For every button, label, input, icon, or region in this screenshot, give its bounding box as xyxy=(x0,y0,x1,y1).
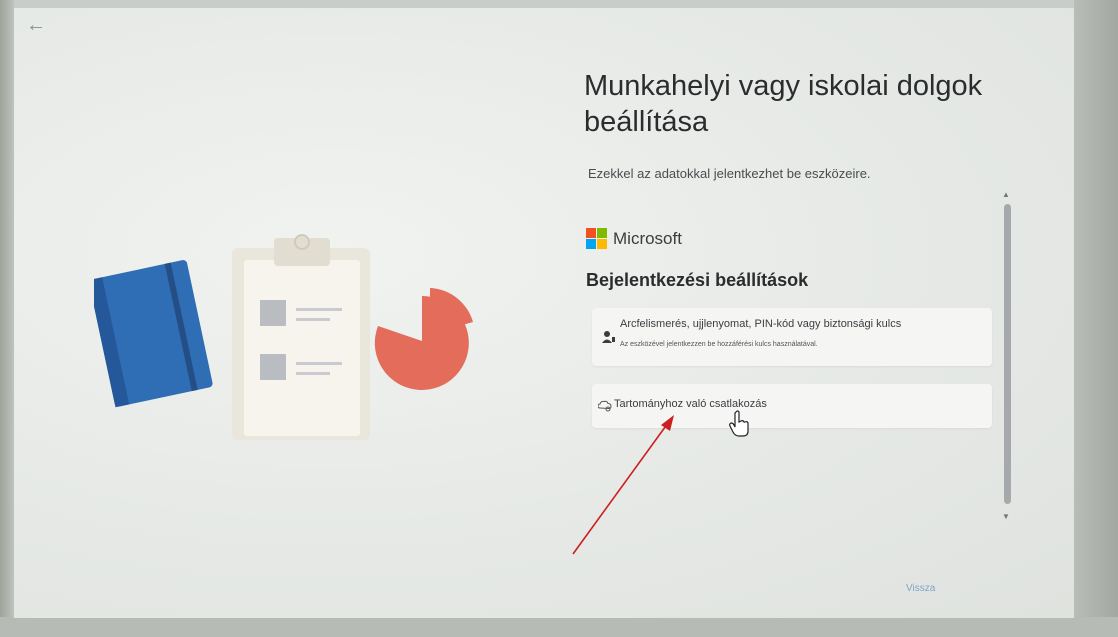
brand-name: Microsoft xyxy=(613,228,682,248)
back-arrow-icon[interactable]: ← xyxy=(26,14,46,37)
notebook-icon xyxy=(94,260,213,408)
sign-in-options-list[interactable]: Microsoft Bejelentkezési beállítások Arc… xyxy=(584,190,1016,530)
oobe-screen: ← Munkahelyi vagy iskolai dolgok beállít… xyxy=(14,8,1074,618)
monitor-bezel-bottom xyxy=(0,617,1118,637)
microsoft-logo-icon xyxy=(586,228,607,249)
monitor-bezel-right xyxy=(1074,0,1118,637)
clipboard-icon xyxy=(232,234,370,440)
hand-cursor-icon xyxy=(729,410,749,437)
option-description: Az eszközével jelentkezzen be hozzáférés… xyxy=(620,341,818,348)
section-title: Bejelentkezési beállítások xyxy=(586,270,809,290)
pie-chart-icon xyxy=(374,288,473,390)
monitor-bezel-left xyxy=(0,0,14,637)
illustration xyxy=(94,234,473,440)
scroll-down-icon[interactable]: ▼ xyxy=(1002,512,1010,521)
user-key-icon xyxy=(602,331,615,343)
domain-join-icon xyxy=(598,400,612,412)
microsoft-brand: Microsoft xyxy=(586,228,682,249)
page-title: Munkahelyi vagy iskolai dolgok beállítás… xyxy=(584,70,983,138)
option-biometric-signin[interactable]: Arcfelismerés, ujjlenyomat, PIN-kód vagy… xyxy=(592,308,992,366)
scroll-up-icon[interactable]: ▲ xyxy=(1002,190,1010,199)
back-button[interactable]: Vissza xyxy=(906,583,935,594)
page-subtitle: Ezekkel az adatokkal jelentkezhet be esz… xyxy=(588,166,871,181)
option-domain-join[interactable]: Tartományhoz való csatlakozás xyxy=(592,384,992,428)
setup-panel: Munkahelyi vagy iskolai dolgok beállítás… xyxy=(584,68,1024,608)
option-title: Arcfelismerés, ujjlenyomat, PIN-kód vagy… xyxy=(620,318,902,330)
scroll-thumb[interactable] xyxy=(1004,204,1011,504)
option-title: Tartományhoz való csatlakozás xyxy=(614,398,767,410)
scrollbar[interactable]: ▲ ▼ xyxy=(1002,190,1012,530)
